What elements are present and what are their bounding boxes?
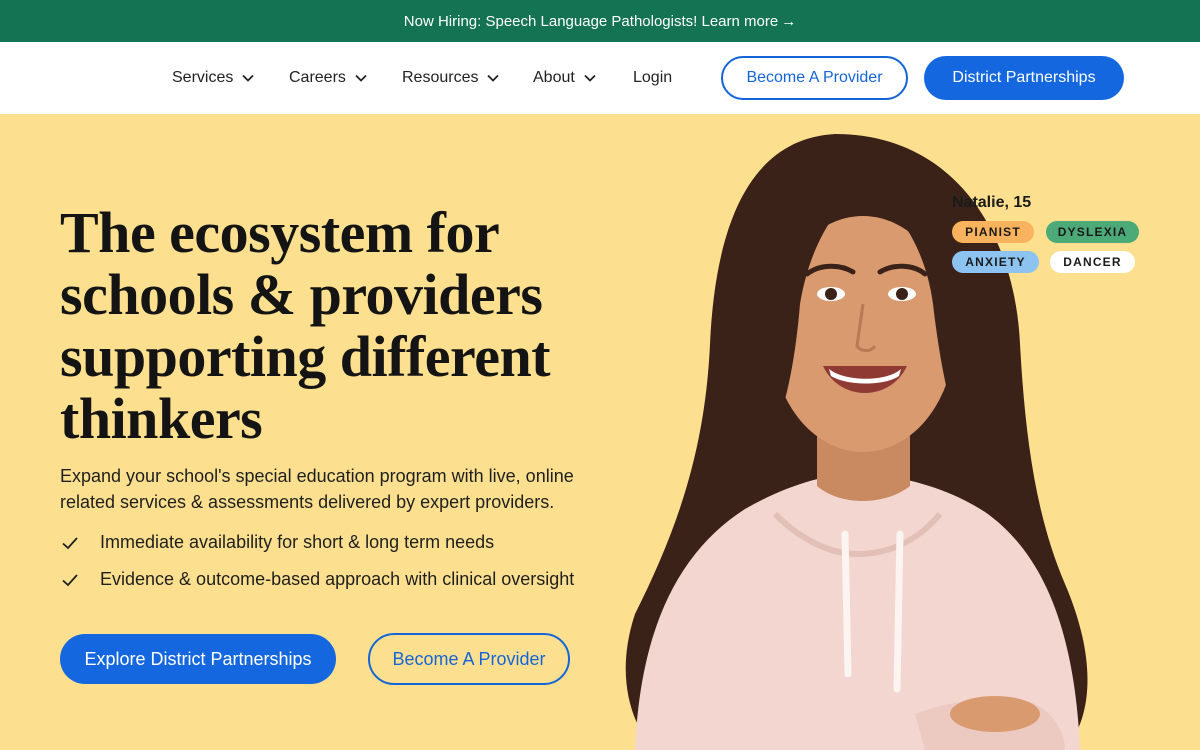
chevron-down-icon bbox=[242, 74, 254, 82]
hero-section: The ecosystem for schools & providers su… bbox=[0, 114, 1200, 750]
tag-badge: PIANIST bbox=[952, 221, 1034, 243]
student-portrait-image bbox=[625, 134, 1088, 750]
tag-badge: DANCER bbox=[1050, 251, 1135, 273]
nav-about-label: About bbox=[533, 69, 575, 86]
district-partnerships-button[interactable]: District Partnerships bbox=[924, 56, 1124, 100]
feature-text: Immediate availability for short & long … bbox=[100, 532, 495, 552]
become-provider-button[interactable]: Become A Provider bbox=[721, 56, 908, 100]
profile-name: Natalie, 15 bbox=[952, 194, 1032, 211]
tag-badge: ANXIETY bbox=[952, 251, 1039, 273]
nav-careers-label: Careers bbox=[289, 69, 346, 86]
arrow-right-icon: → bbox=[781, 12, 797, 30]
tag-badge: DYSLEXIA bbox=[1046, 221, 1139, 243]
nav-about[interactable]: About bbox=[533, 42, 596, 114]
hero-subtext: Expand your school's special education p… bbox=[60, 466, 574, 512]
main-nav: Services Careers Resources About Login B… bbox=[0, 42, 1200, 114]
chevron-down-icon bbox=[355, 74, 367, 82]
nav-resources-label: Resources bbox=[402, 69, 479, 86]
hiring-announcement-bar[interactable]: Now Hiring: Speech Language Pathologists… bbox=[0, 0, 1200, 42]
checkmark-icon bbox=[62, 536, 78, 549]
feature-text: Evidence & outcome-based approach with c… bbox=[100, 569, 575, 589]
feature-item: Immediate availability for short & long … bbox=[60, 532, 494, 553]
checkmark-icon bbox=[62, 573, 78, 586]
nav-resources[interactable]: Resources bbox=[402, 42, 500, 114]
announcement-text[interactable]: Now Hiring: Speech Language Pathologists… bbox=[404, 13, 778, 30]
feature-item: Evidence & outcome-based approach with c… bbox=[60, 569, 574, 590]
explore-district-partnerships-button[interactable]: Explore District Partnerships bbox=[60, 634, 336, 684]
nav-services-label: Services bbox=[172, 69, 234, 86]
chevron-down-icon bbox=[584, 74, 596, 82]
nav-services[interactable]: Services bbox=[172, 42, 254, 114]
hero-headline: The ecosystem for schools & providers su… bbox=[60, 200, 551, 451]
nav-careers[interactable]: Careers bbox=[289, 42, 367, 114]
become-provider-cta-button[interactable]: Become A Provider bbox=[368, 633, 570, 685]
chevron-down-icon bbox=[487, 74, 500, 82]
nav-login[interactable]: Login bbox=[633, 42, 672, 114]
